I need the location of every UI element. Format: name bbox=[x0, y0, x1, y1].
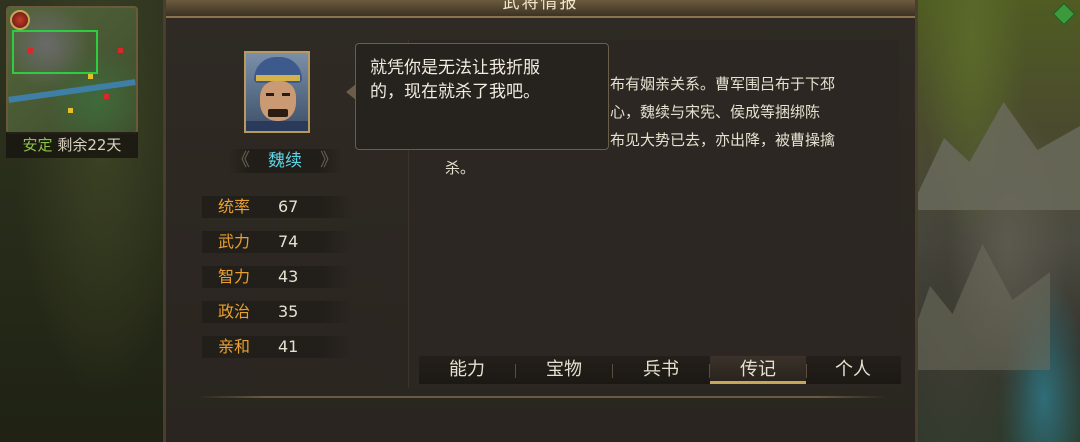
portrait-face bbox=[260, 81, 296, 121]
stat-value: 67 bbox=[278, 197, 299, 216]
stat-row-strength: 武力 74 bbox=[202, 231, 352, 253]
map-right-terrain bbox=[900, 0, 1080, 442]
minimap-city-marker bbox=[28, 48, 33, 53]
minimap-viewport[interactable] bbox=[12, 30, 98, 74]
dialog-title: 武将情报 bbox=[502, 0, 579, 13]
speech-text: 就凭你是无法让我折服 的，现在就杀了我吧。 bbox=[370, 58, 540, 102]
portrait-body bbox=[246, 121, 308, 131]
minimap-city-marker bbox=[68, 108, 73, 113]
mountain-terrain bbox=[900, 244, 1050, 370]
tab-ability[interactable]: 能力 bbox=[419, 356, 515, 384]
map-marker-icon[interactable] bbox=[1052, 2, 1076, 26]
stat-label: 武力 bbox=[218, 232, 251, 251]
speech-pointer bbox=[346, 84, 356, 100]
minimap-river bbox=[8, 79, 136, 103]
general-portrait[interactable] bbox=[244, 51, 310, 133]
general-name-selector: 《 魏续 》 bbox=[228, 149, 342, 173]
stat-value: 74 bbox=[278, 232, 299, 251]
stat-value: 43 bbox=[278, 267, 299, 286]
tab-biography[interactable]: 传记 bbox=[710, 356, 806, 384]
stat-label: 亲和 bbox=[218, 337, 251, 356]
stat-row-charm: 亲和 41 bbox=[202, 336, 352, 358]
minimap-city-marker bbox=[118, 48, 123, 53]
stat-label: 统率 bbox=[218, 197, 251, 216]
stat-label: 政治 bbox=[218, 302, 251, 321]
minimap-city-marker bbox=[88, 74, 93, 79]
stat-value: 41 bbox=[278, 337, 299, 356]
stability-status: 安定 bbox=[22, 136, 53, 154]
stat-list: 统率 67 武力 74 智力 43 政治 35 亲和 41 bbox=[202, 196, 352, 371]
turn-status: 安定 剩余22天 bbox=[6, 132, 138, 158]
stat-value: 35 bbox=[278, 302, 299, 321]
tab-treasure[interactable]: 宝物 bbox=[516, 356, 612, 384]
tab-military-book[interactable]: 兵书 bbox=[613, 356, 709, 384]
detail-tab-bar: 能力 宝物 兵书 传记 个人 bbox=[419, 356, 901, 384]
stat-row-intelligence: 智力 43 bbox=[202, 266, 352, 288]
stat-label: 智力 bbox=[218, 267, 251, 286]
portrait-eye bbox=[266, 93, 274, 96]
dialog-bottom-divider bbox=[196, 396, 888, 398]
next-general-icon[interactable]: 》 bbox=[320, 149, 338, 173]
minimap-city-marker bbox=[104, 94, 109, 99]
portrait-eye bbox=[282, 93, 290, 96]
days-remaining: 剩余22天 bbox=[57, 136, 122, 154]
portrait-beard bbox=[268, 109, 288, 117]
biography-line: 杀。 bbox=[445, 159, 476, 177]
minimap-toggle-button[interactable] bbox=[10, 10, 30, 30]
stat-row-politics: 政治 35 bbox=[202, 301, 352, 323]
general-speech-bubble: 就凭你是无法让我折服 的，现在就杀了我吧。 bbox=[346, 43, 609, 150]
stat-row-command: 统率 67 bbox=[202, 196, 352, 218]
tab-personal[interactable]: 个人 bbox=[805, 356, 901, 384]
mountain-terrain bbox=[910, 102, 1080, 210]
